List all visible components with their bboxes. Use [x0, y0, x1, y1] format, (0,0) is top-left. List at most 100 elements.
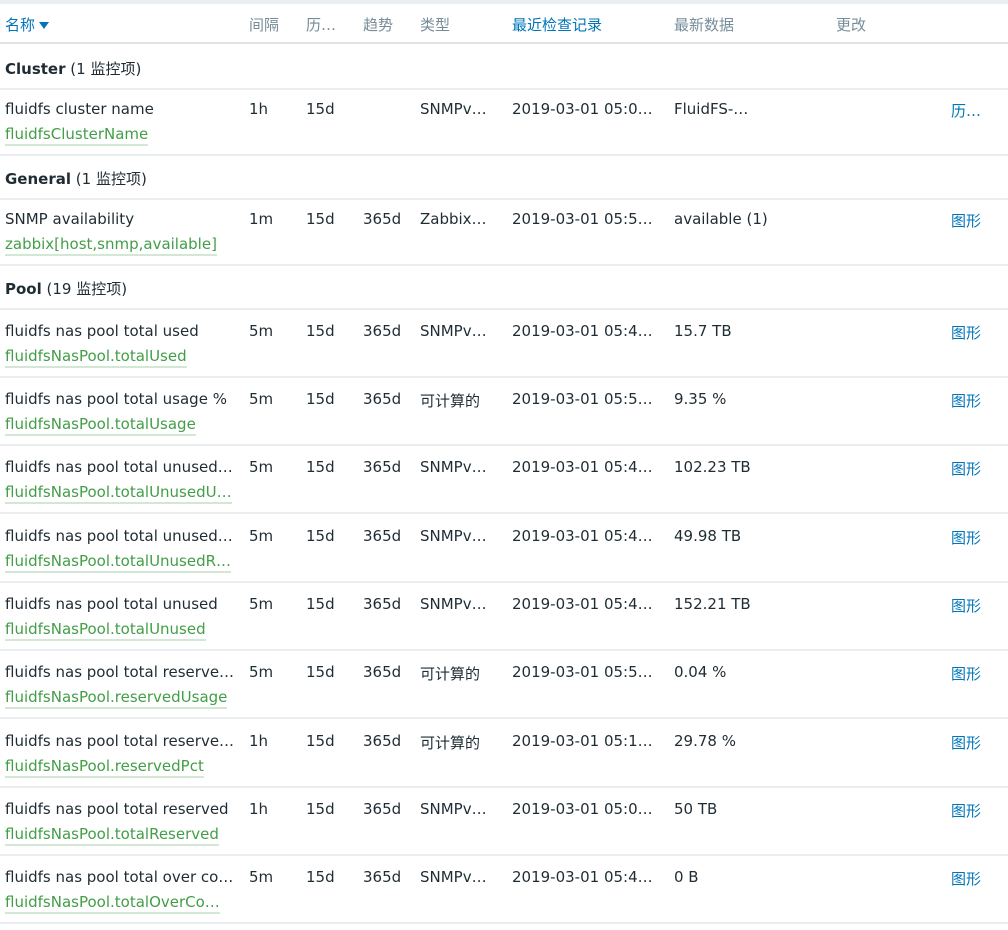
item-interval: 5m: [249, 595, 274, 613]
item-lastcheck: 2019-03-01 05:4…: [512, 868, 653, 886]
table-row: fluidfs nas pool total unused … fluidfsN…: [0, 446, 1008, 514]
item-history: 15d: [306, 390, 335, 408]
item-lastvalue: 0 B: [674, 868, 699, 886]
item-graph-link[interactable]: 图形: [951, 663, 991, 684]
item-graph-link[interactable]: 图形: [951, 868, 991, 889]
item-graph-link[interactable]: 图形: [951, 458, 991, 479]
group-label: Cluster (1 监控项): [5, 58, 141, 79]
table-row: SNMP availability zabbix[host,snmp,avail…: [0, 198, 1008, 266]
item-lastvalue: 29.78 %: [674, 732, 736, 750]
group-name: General: [5, 170, 71, 188]
group-count: (1 监控项): [75, 170, 147, 188]
item-key-link[interactable]: fluidfsClusterName: [5, 125, 149, 146]
item-trends: 365d: [363, 210, 402, 228]
item-lastvalue: FluidFS-…: [674, 100, 749, 118]
item-key-link[interactable]: zabbix[host,snmp,available]: [5, 235, 217, 256]
item-interval: 5m: [249, 868, 274, 886]
column-header-type: 类型: [420, 16, 451, 34]
item-key-link[interactable]: fluidfsNasPool.reservedUsage: [5, 688, 228, 709]
item-key-link[interactable]: fluidfsNasPool.totalUsage: [5, 415, 196, 436]
item-lastvalue: 152.21 TB: [674, 595, 751, 613]
item-key-link[interactable]: fluidfsNasPool.totalUnusedR…: [5, 552, 232, 573]
item-lastvalue: 0.04 %: [674, 663, 727, 681]
item-interval: 5m: [249, 527, 274, 545]
item-history: 15d: [306, 322, 335, 340]
column-header-name-label[interactable]: 名称: [5, 16, 35, 34]
item-history: 15d: [306, 527, 335, 545]
column-header-trends: 趋势: [363, 16, 394, 34]
item-name: fluidfs nas pool total reserve…: [5, 732, 235, 750]
item-lastcheck: 2019-03-01 05:4…: [512, 322, 653, 340]
item-name: fluidfs nas pool total usage %: [5, 390, 227, 408]
item-lastcheck: 2019-03-01 05:0…: [512, 100, 653, 118]
item-trends: 365d: [363, 458, 402, 476]
item-name: fluidfs nas pool total reserve…: [5, 663, 235, 681]
item-name: fluidfs nas pool total used: [5, 322, 199, 340]
item-graph-link[interactable]: 图形: [951, 390, 991, 411]
item-type: SNMPv…: [420, 458, 487, 476]
item-type: SNMPv…: [420, 595, 487, 613]
column-header-name[interactable]: 名称: [5, 14, 50, 35]
item-key-link[interactable]: fluidfsNasPool.totalOverCo…: [5, 893, 220, 914]
item-name: SNMP availability: [5, 210, 135, 228]
item-interval: 1m: [249, 210, 274, 228]
item-lastvalue: 15.7 TB: [674, 322, 732, 340]
item-lastvalue: available (1): [674, 210, 768, 228]
item-name: fluidfs nas pool total unused: [5, 595, 218, 613]
latest-data-table: 名称 间隔 历… 趋势 类型 最近检查记录 最新数据 更改 Cluster (1…: [0, 0, 1008, 930]
group-name: Pool: [5, 280, 42, 298]
item-lastcheck: 2019-03-01 05:4…: [512, 458, 653, 476]
table-row: fluidfs nas pool total used fluidfsNasPo…: [0, 310, 1008, 378]
group-count: (1 监控项): [70, 60, 142, 78]
item-graph-link[interactable]: 图形: [951, 595, 991, 616]
item-lastcheck: 2019-03-01 05:5…: [512, 390, 653, 408]
item-interval: 1h: [249, 800, 269, 818]
item-lastcheck: 2019-03-01 05:0…: [512, 800, 653, 818]
item-lastcheck: 2019-03-01 05:1…: [512, 732, 653, 750]
table-row: fluidfs nas pool total over co… fluidfsN…: [0, 856, 1008, 924]
item-key-link[interactable]: fluidfsNasPool.totalUnused: [5, 620, 206, 641]
item-key-link[interactable]: fluidfsNasPool.totalReserved: [5, 825, 219, 846]
item-history: 15d: [306, 458, 335, 476]
group-row-pool: Pool (19 监控项): [0, 266, 1008, 310]
item-graph-link[interactable]: 图形: [951, 732, 991, 753]
group-row-cluster: Cluster (1 监控项): [0, 46, 1008, 90]
sort-desc-icon[interactable]: [39, 22, 50, 29]
item-trends: 365d: [363, 527, 402, 545]
item-type: Zabbix…: [420, 210, 487, 228]
item-history-link[interactable]: 历…: [951, 100, 991, 121]
column-header-lastcheck[interactable]: 最近检查记录: [512, 14, 657, 35]
item-graph-link[interactable]: 图形: [951, 527, 991, 548]
table-header: 名称 间隔 历… 趋势 类型 最近检查记录 最新数据 更改: [0, 4, 1008, 44]
item-key-link[interactable]: fluidfsNasPool.totalUsed: [5, 347, 187, 368]
item-graph-link[interactable]: 图形: [951, 800, 991, 821]
column-header-lastvalue: 最新数据: [674, 16, 735, 34]
item-name: fluidfs nas pool total unused …: [5, 527, 235, 545]
item-trends: 365d: [363, 800, 402, 818]
item-trends: 365d: [363, 732, 402, 750]
item-trends: 365d: [363, 868, 402, 886]
item-key-link[interactable]: fluidfsNasPool.reservedPct: [5, 757, 204, 778]
item-lastvalue: 102.23 TB: [674, 458, 751, 476]
item-type: 可计算的: [420, 734, 481, 752]
item-interval: 5m: [249, 458, 274, 476]
item-graph-link[interactable]: 图形: [951, 322, 991, 343]
item-key-link[interactable]: fluidfsNasPool.totalUnusedU…: [5, 483, 232, 504]
item-type: 可计算的: [420, 392, 481, 410]
item-name: fluidfs nas pool total unused …: [5, 458, 235, 476]
item-lastcheck: 2019-03-01 05:5…: [512, 663, 653, 681]
item-type: 可计算的: [420, 665, 481, 683]
item-lastcheck: 2019-03-01 05:5…: [512, 210, 653, 228]
item-trends: 365d: [363, 595, 402, 613]
group-count: (19 监控项): [46, 280, 128, 298]
item-name: fluidfs nas pool total over co…: [5, 868, 234, 886]
table-row: fluidfs nas pool total reserve… fluidfsN…: [0, 651, 1008, 719]
group-name: Cluster: [5, 60, 66, 78]
item-graph-link[interactable]: 图形: [951, 210, 991, 231]
table-row: fluidfs cluster name fluidfsClusterName …: [0, 88, 1008, 156]
item-trends: 365d: [363, 663, 402, 681]
item-lastvalue: 49.98 TB: [674, 527, 742, 545]
item-history: 15d: [306, 210, 335, 228]
item-type: SNMPv…: [420, 100, 487, 118]
column-header-history: 历…: [306, 16, 337, 34]
